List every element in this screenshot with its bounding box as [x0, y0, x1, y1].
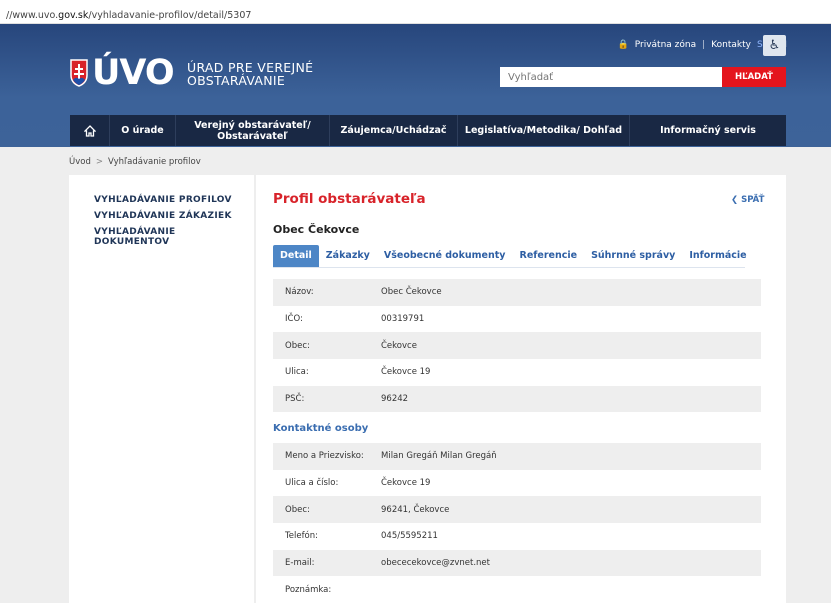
- nav-verejny-obstaravatel[interactable]: Verejný obstarávateľ/ Obstarávateľ: [176, 115, 330, 146]
- tab-bar: Detail Zákazky Všeobecné dokumenty Refer…: [273, 245, 754, 268]
- breadcrumb-home[interactable]: Úvod: [69, 157, 91, 167]
- separator: |: [702, 40, 706, 50]
- field-label: Názov:: [285, 287, 314, 298]
- field-value: Čekovce 19: [381, 478, 431, 489]
- sidebar-item-dokumenty[interactable]: VYHĽADÁVANIE DOKUMENTOV: [94, 227, 204, 247]
- field-label: Ulica:: [285, 367, 309, 378]
- table-row: IČO: 00319791: [273, 306, 761, 333]
- field-value: Čekovce 19: [381, 367, 431, 378]
- table-row: Telefón: 045/5595211: [273, 523, 761, 550]
- table-row: Ulica a číslo: Čekovce 19: [273, 470, 761, 497]
- field-label: Obec:: [285, 340, 310, 351]
- sidebar-item-profily[interactable]: VYHĽADÁVANIE PROFILOV: [94, 195, 254, 205]
- field-value: 00319791: [381, 314, 425, 325]
- field-value: Milan Gregáň Milan Gregáň: [381, 451, 497, 462]
- field-value: 96241, Čekovce: [381, 504, 450, 515]
- field-label: E-mail:: [285, 558, 315, 569]
- page-title: Profil obstarávateľa: [273, 191, 426, 207]
- field-value: 045/5595211: [381, 531, 438, 542]
- tab-vseobecne-dokumenty[interactable]: Všeobecné dokumenty: [377, 245, 513, 267]
- private-zone-link[interactable]: Privátna zóna: [635, 40, 696, 50]
- nav-o-urade[interactable]: O úrade: [110, 115, 176, 146]
- breadcrumb: Úvod > Vyhľadávanie profilov: [69, 157, 201, 167]
- site-logo[interactable]: ÚVO: [70, 53, 175, 93]
- breadcrumb-current: Vyhľadávanie profilov: [107, 157, 201, 167]
- tab-referencie[interactable]: Referencie: [513, 245, 585, 267]
- home-icon-svg: [83, 124, 96, 137]
- logo-subtitle: ÚRAD PRE VEREJNÉ OBSTARÁVANIE: [187, 61, 313, 87]
- field-label: Telefón:: [285, 531, 319, 542]
- chevron-left-icon: ❮: [731, 195, 739, 205]
- field-label: Meno a Priezvisko:: [285, 451, 364, 462]
- back-link[interactable]: ❮ SPÄŤ: [731, 195, 764, 205]
- contacts-section-title: Kontaktné osoby: [273, 423, 369, 434]
- details-table: Názov: Obec Čekovce IČO: 00319791 Obec: Ček…: [273, 279, 761, 413]
- lock-icon: 🔒: [617, 40, 629, 50]
- logo-subtitle-line2: OBSTARÁVANIE: [187, 73, 286, 88]
- tab-zakazky[interactable]: Zákazky: [319, 245, 377, 267]
- table-row: PSČ: 96242: [273, 385, 761, 413]
- coat-of-arms-icon: [70, 59, 88, 87]
- entity-name: Obec Čekovce: [273, 223, 360, 236]
- logo-text: ÚVO: [92, 53, 175, 93]
- email-link[interactable]: obececekovce@zvnet.net: [369, 558, 761, 568]
- table-row: Obec: Čekovce: [273, 332, 761, 360]
- top-links: 🔒 Privátna zóna | Kontakty SK EN: [618, 40, 787, 50]
- table-row: Poznámka:: [273, 576, 761, 603]
- table-row: Obec: 96241, Čekovce: [273, 496, 761, 524]
- contacts-table: Meno a Priezvisko: Milan Gregáň Milan Gre…: [273, 443, 761, 603]
- url-prefix: //www.uvo.: [6, 10, 59, 21]
- contacts-link[interactable]: Kontakty: [711, 40, 751, 50]
- field-label: Ulica a číslo:: [285, 478, 339, 489]
- url-path: /vyhladavanie-profilov/detail/5307: [88, 10, 252, 21]
- tab-underline: [273, 267, 745, 268]
- back-label: SPÄŤ: [741, 195, 765, 205]
- nav-informacny-servis[interactable]: Informačný servis: [630, 115, 786, 146]
- table-row: Názov: Obec Čekovce: [273, 279, 761, 306]
- tab-detail[interactable]: Detail: [273, 245, 319, 267]
- sidebar-item-zakazky[interactable]: VYHĽADÁVANIE ZÁKAZIEK: [94, 211, 254, 221]
- search-input[interactable]: [500, 67, 722, 87]
- nav-zaujemca[interactable]: Záujemca/Uchádzač: [330, 115, 458, 146]
- url-domain: gov.sk: [58, 10, 89, 21]
- field-label: PSČ:: [285, 394, 305, 405]
- table-row: Meno a Priezvisko: Milan Gregáň Milan Gre…: [273, 443, 761, 470]
- sidebar: VYHĽADÁVANIE PROFILOV VYHĽADÁVANIE ZÁKAZ…: [69, 175, 254, 603]
- nav-legislativa[interactable]: Legislatíva/Metodika/ Dohľad: [458, 115, 630, 146]
- tab-suhrnne-spravy[interactable]: Súhrnné správy: [584, 245, 682, 267]
- field-label: Poznámka:: [285, 584, 332, 595]
- field-value: 96242: [381, 394, 409, 405]
- address-bar[interactable]: //www.uvo.gov.sk/vyhladavanie-profilov/d…: [0, 0, 831, 24]
- table-row: E-mail: obececekovce@zvnet.net: [273, 549, 761, 577]
- tab-informacie[interactable]: Informácie: [682, 245, 753, 267]
- search-button[interactable]: HĽADAŤ: [722, 67, 786, 87]
- table-row: Ulica: Čekovce 19: [273, 359, 761, 386]
- field-label: Obec:: [285, 504, 310, 515]
- field-value: Obec Čekovce: [381, 287, 442, 298]
- accessibility-icon[interactable]: ♿: [763, 35, 786, 56]
- breadcrumb-separator: >: [95, 157, 103, 167]
- field-label: IČO:: [285, 314, 303, 325]
- home-icon[interactable]: [70, 115, 110, 146]
- main-nav: O úrade Verejný obstarávateľ/ Obstarávat…: [70, 115, 786, 146]
- field-value: Čekovce: [381, 340, 417, 351]
